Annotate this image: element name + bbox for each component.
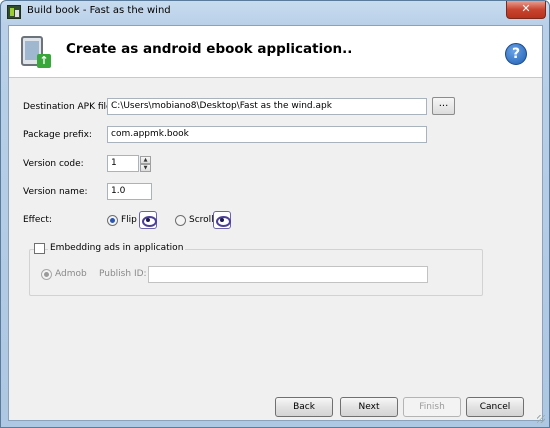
close-button[interactable]: ✕	[506, 1, 546, 19]
cancel-button[interactable]: Cancel	[466, 397, 524, 417]
ads-group-title[interactable]: Embedding ads in application	[48, 243, 186, 253]
version-code-label: Version code:	[23, 159, 84, 169]
package-prefix-label: Package prefix:	[23, 130, 92, 140]
embed-ads-checkbox[interactable]	[34, 243, 45, 254]
wizard-header: ↑ Create as android ebook application.. …	[9, 26, 542, 78]
version-name-input[interactable]: 1.0	[107, 183, 152, 200]
spin-up-icon[interactable]: ▲	[140, 156, 151, 164]
help-icon[interactable]: ?	[505, 43, 527, 65]
effect-flip-radio[interactable]	[107, 215, 118, 226]
next-button[interactable]: Next	[340, 397, 398, 417]
dialog-client-area: ↑ Create as android ebook application.. …	[8, 25, 543, 421]
version-name-label: Version name:	[23, 187, 88, 197]
browse-button[interactable]: ...	[432, 97, 455, 115]
version-code-spinner[interactable]: ▲ ▼	[140, 156, 151, 173]
title-bar[interactable]: Build book - Fast as the wind ✕	[1, 1, 549, 23]
destination-label: Destination APK file:	[23, 102, 115, 112]
page-title: Create as android ebook application..	[66, 41, 353, 57]
app-icon	[7, 5, 21, 19]
window-title: Build book - Fast as the wind	[27, 5, 171, 16]
admob-radio[interactable]	[41, 269, 52, 280]
publish-id-input[interactable]	[148, 266, 428, 283]
build-book-window: Build book - Fast as the wind ✕ ↑ Create…	[0, 0, 550, 428]
version-code-input[interactable]: 1	[107, 155, 139, 172]
spin-down-icon[interactable]: ▼	[140, 164, 151, 172]
publish-id-label: Publish ID:	[99, 269, 147, 279]
android-phone-icon: ↑	[21, 36, 51, 68]
back-button[interactable]: Back	[275, 397, 333, 417]
effect-scroll-radio[interactable]	[175, 215, 186, 226]
finish-button[interactable]: Finish	[403, 397, 461, 417]
effect-flip-label[interactable]: Flip	[121, 215, 137, 225]
preview-flip-eye-icon[interactable]	[139, 211, 157, 229]
resize-grip[interactable]	[537, 415, 545, 423]
preview-scroll-eye-icon[interactable]	[213, 211, 231, 229]
destination-input[interactable]: C:\Users\mobiano8\Desktop\Fast as the wi…	[107, 98, 427, 115]
package-prefix-input[interactable]: com.appmk.book	[107, 126, 427, 143]
admob-label: Admob	[55, 269, 87, 279]
effect-scroll-label[interactable]: Scroll	[189, 215, 214, 225]
effect-label: Effect:	[23, 215, 52, 225]
